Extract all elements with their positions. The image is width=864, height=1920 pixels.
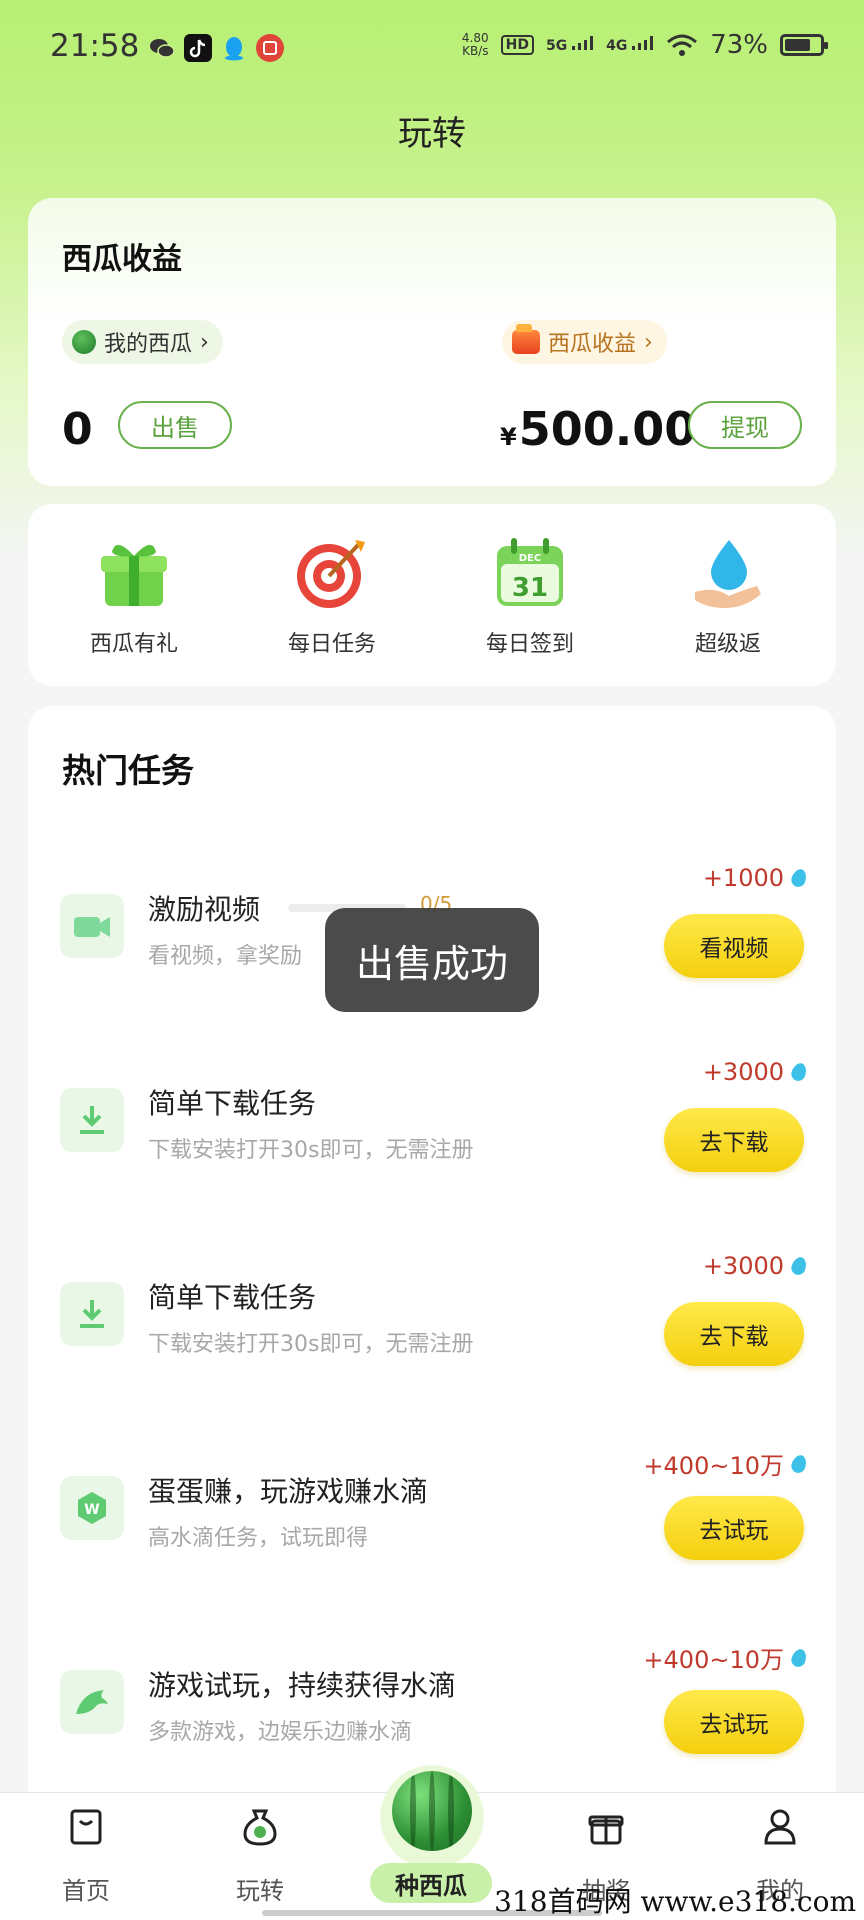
quick-actions-card: 西瓜有礼 每日任务 DEC 31 每日签到 超级返 bbox=[28, 504, 836, 686]
water-drop-hand-icon bbox=[689, 534, 767, 612]
quick-action-gift[interactable]: 西瓜有礼 bbox=[54, 534, 214, 658]
signal-bars-icon bbox=[572, 36, 594, 50]
water-drop-icon bbox=[789, 867, 809, 889]
quick-action-label: 每日任务 bbox=[287, 632, 376, 657]
target-icon bbox=[293, 534, 371, 612]
watermark-text: 318首码网 www.e318.com bbox=[494, 1885, 856, 1918]
task-reward: +400~10万 bbox=[643, 1446, 809, 1481]
home-bag-icon bbox=[64, 1805, 108, 1849]
currency-symbol: ¥ bbox=[500, 423, 517, 451]
dolphin-icon bbox=[60, 1670, 124, 1734]
status-time: 21:58 bbox=[50, 28, 140, 64]
signal-4g-indicator: 4G bbox=[606, 36, 654, 54]
svg-text:W: W bbox=[84, 1502, 99, 1518]
try-play-button[interactable]: 去试玩 bbox=[664, 1496, 804, 1560]
game-hexagon-icon: W bbox=[60, 1476, 124, 1540]
task-name: 简单下载任务 bbox=[148, 1087, 317, 1120]
my-melon-link[interactable]: 我的西瓜 › bbox=[62, 320, 223, 364]
try-play-button[interactable]: 去试玩 bbox=[664, 1690, 804, 1754]
svg-text:DEC: DEC bbox=[519, 553, 541, 564]
task-description: 多款游戏，边娱乐边赚水滴 bbox=[148, 1720, 413, 1745]
watch-video-button[interactable]: 看视频 bbox=[664, 914, 804, 978]
tiktok-icon bbox=[184, 34, 212, 62]
nav-item-plant-melon[interactable]: 种西瓜 bbox=[366, 1757, 498, 1903]
signal-bars-icon bbox=[632, 36, 654, 50]
task-name: 激励视频 bbox=[148, 893, 261, 926]
money-bag-icon bbox=[238, 1805, 282, 1849]
task-description: 高水滴任务，试玩即得 bbox=[148, 1526, 369, 1551]
hot-tasks-title: 热门任务 bbox=[62, 751, 194, 790]
task-row: 简单下载任务 下载安装打开30s即可，无需注册 +3000 去下载 bbox=[28, 1040, 836, 1190]
download-button[interactable]: 去下载 bbox=[664, 1108, 804, 1172]
chevron-right-icon: › bbox=[200, 329, 209, 355]
water-drop-icon bbox=[789, 1061, 809, 1083]
quick-action-checkin[interactable]: DEC 31 每日签到 bbox=[450, 534, 610, 658]
water-drop-icon bbox=[789, 1452, 809, 1475]
watermelon-icon bbox=[72, 330, 96, 354]
gift-box-icon bbox=[584, 1805, 628, 1849]
melon-income-label: 西瓜收益 bbox=[548, 332, 637, 357]
task-reward: +400~10万 bbox=[643, 1640, 809, 1675]
status-indicators: 4.80 KB/s HD 5G 4G 73% bbox=[461, 30, 828, 60]
wallet-icon bbox=[512, 324, 540, 354]
task-row: 游戏试玩，持续获得水滴 多款游戏，边娱乐边赚水滴 +400~10万 去试玩 bbox=[28, 1622, 836, 1772]
wifi-icon bbox=[667, 34, 698, 56]
nav-label-center: 种西瓜 bbox=[370, 1863, 492, 1903]
chevron-right-icon: › bbox=[644, 329, 653, 355]
melon-income-link[interactable]: 西瓜收益 › bbox=[502, 320, 667, 364]
user-icon bbox=[758, 1805, 802, 1849]
download-button[interactable]: 去下载 bbox=[664, 1302, 804, 1366]
battery-icon bbox=[780, 34, 828, 56]
task-name: 简单下载任务 bbox=[148, 1281, 317, 1314]
toast-message: 出售成功 bbox=[325, 908, 539, 1012]
wechat-icon bbox=[148, 34, 176, 62]
hd-indicator: HD bbox=[500, 35, 534, 55]
earnings-card: 西瓜收益 我的西瓜 › 西瓜收益 › 0 出售 ¥ 500.00 提现 bbox=[28, 198, 836, 486]
income-amount: ¥ 500.00 bbox=[500, 402, 696, 456]
network-speed: 4.80 KB/s bbox=[461, 31, 489, 58]
nav-label: 首页 bbox=[62, 1877, 110, 1905]
page-title: 玩转 bbox=[398, 114, 466, 154]
my-melon-label: 我的西瓜 bbox=[104, 332, 193, 357]
download-icon bbox=[60, 1282, 124, 1346]
video-camera-icon bbox=[60, 894, 124, 958]
task-description: 下载安装打开30s即可，无需注册 bbox=[148, 1138, 474, 1163]
status-bar: 21:58 4.80 KB/s HD 5G 4G 73% bbox=[0, 0, 864, 96]
sell-button[interactable]: 出售 bbox=[118, 401, 232, 449]
amount-value: 500.00 bbox=[518, 402, 697, 456]
quick-action-super-return[interactable]: 超级返 bbox=[648, 534, 808, 658]
quick-action-label: 超级返 bbox=[694, 632, 761, 657]
task-reward: +1000 bbox=[703, 864, 809, 892]
task-row: 简单下载任务 下载安装打开30s即可，无需注册 +3000 去下载 bbox=[28, 1234, 836, 1384]
task-reward: +3000 bbox=[703, 1058, 809, 1086]
quick-action-daily-task[interactable]: 每日任务 bbox=[252, 534, 412, 658]
task-name: 游戏试玩，持续获得水滴 bbox=[148, 1669, 457, 1702]
task-reward: +3000 bbox=[703, 1252, 809, 1280]
nav-label: 玩转 bbox=[236, 1877, 284, 1905]
nav-item-play[interactable]: 玩转 bbox=[200, 1805, 320, 1906]
water-drop-icon bbox=[789, 1646, 809, 1669]
quick-action-label: 西瓜有礼 bbox=[89, 632, 178, 657]
svg-text:31: 31 bbox=[512, 573, 548, 603]
task-row: W 蛋蛋赚，玩游戏赚水滴 高水滴任务，试玩即得 +400~10万 去试玩 bbox=[28, 1428, 836, 1578]
task-name: 蛋蛋赚，玩游戏赚水滴 bbox=[148, 1475, 429, 1508]
qq-icon bbox=[220, 34, 248, 62]
download-icon bbox=[60, 1088, 124, 1152]
task-description: 看视频，拿奖励 bbox=[148, 944, 303, 969]
earnings-title: 西瓜收益 bbox=[62, 242, 182, 277]
melon-count: 0 bbox=[62, 404, 93, 455]
quick-action-label: 每日签到 bbox=[485, 632, 574, 657]
water-drop-icon bbox=[789, 1255, 809, 1277]
battery-percent: 73% bbox=[710, 30, 768, 60]
withdraw-button[interactable]: 提现 bbox=[688, 401, 802, 449]
gift-icon bbox=[95, 534, 173, 612]
task-description: 下载安装打开30s即可，无需注册 bbox=[148, 1332, 474, 1357]
watermelon-icon bbox=[372, 1757, 492, 1877]
hot-tasks-card: 热门任务 激励视频 0/5 看视频，拿奖励 +1000 看视频 简单下载任务 下… bbox=[28, 706, 836, 1806]
nav-item-home[interactable]: 首页 bbox=[26, 1805, 146, 1906]
signal-5g-indicator: 5G bbox=[546, 36, 594, 54]
app-icon bbox=[256, 34, 284, 62]
calendar-icon: DEC 31 bbox=[491, 534, 569, 612]
